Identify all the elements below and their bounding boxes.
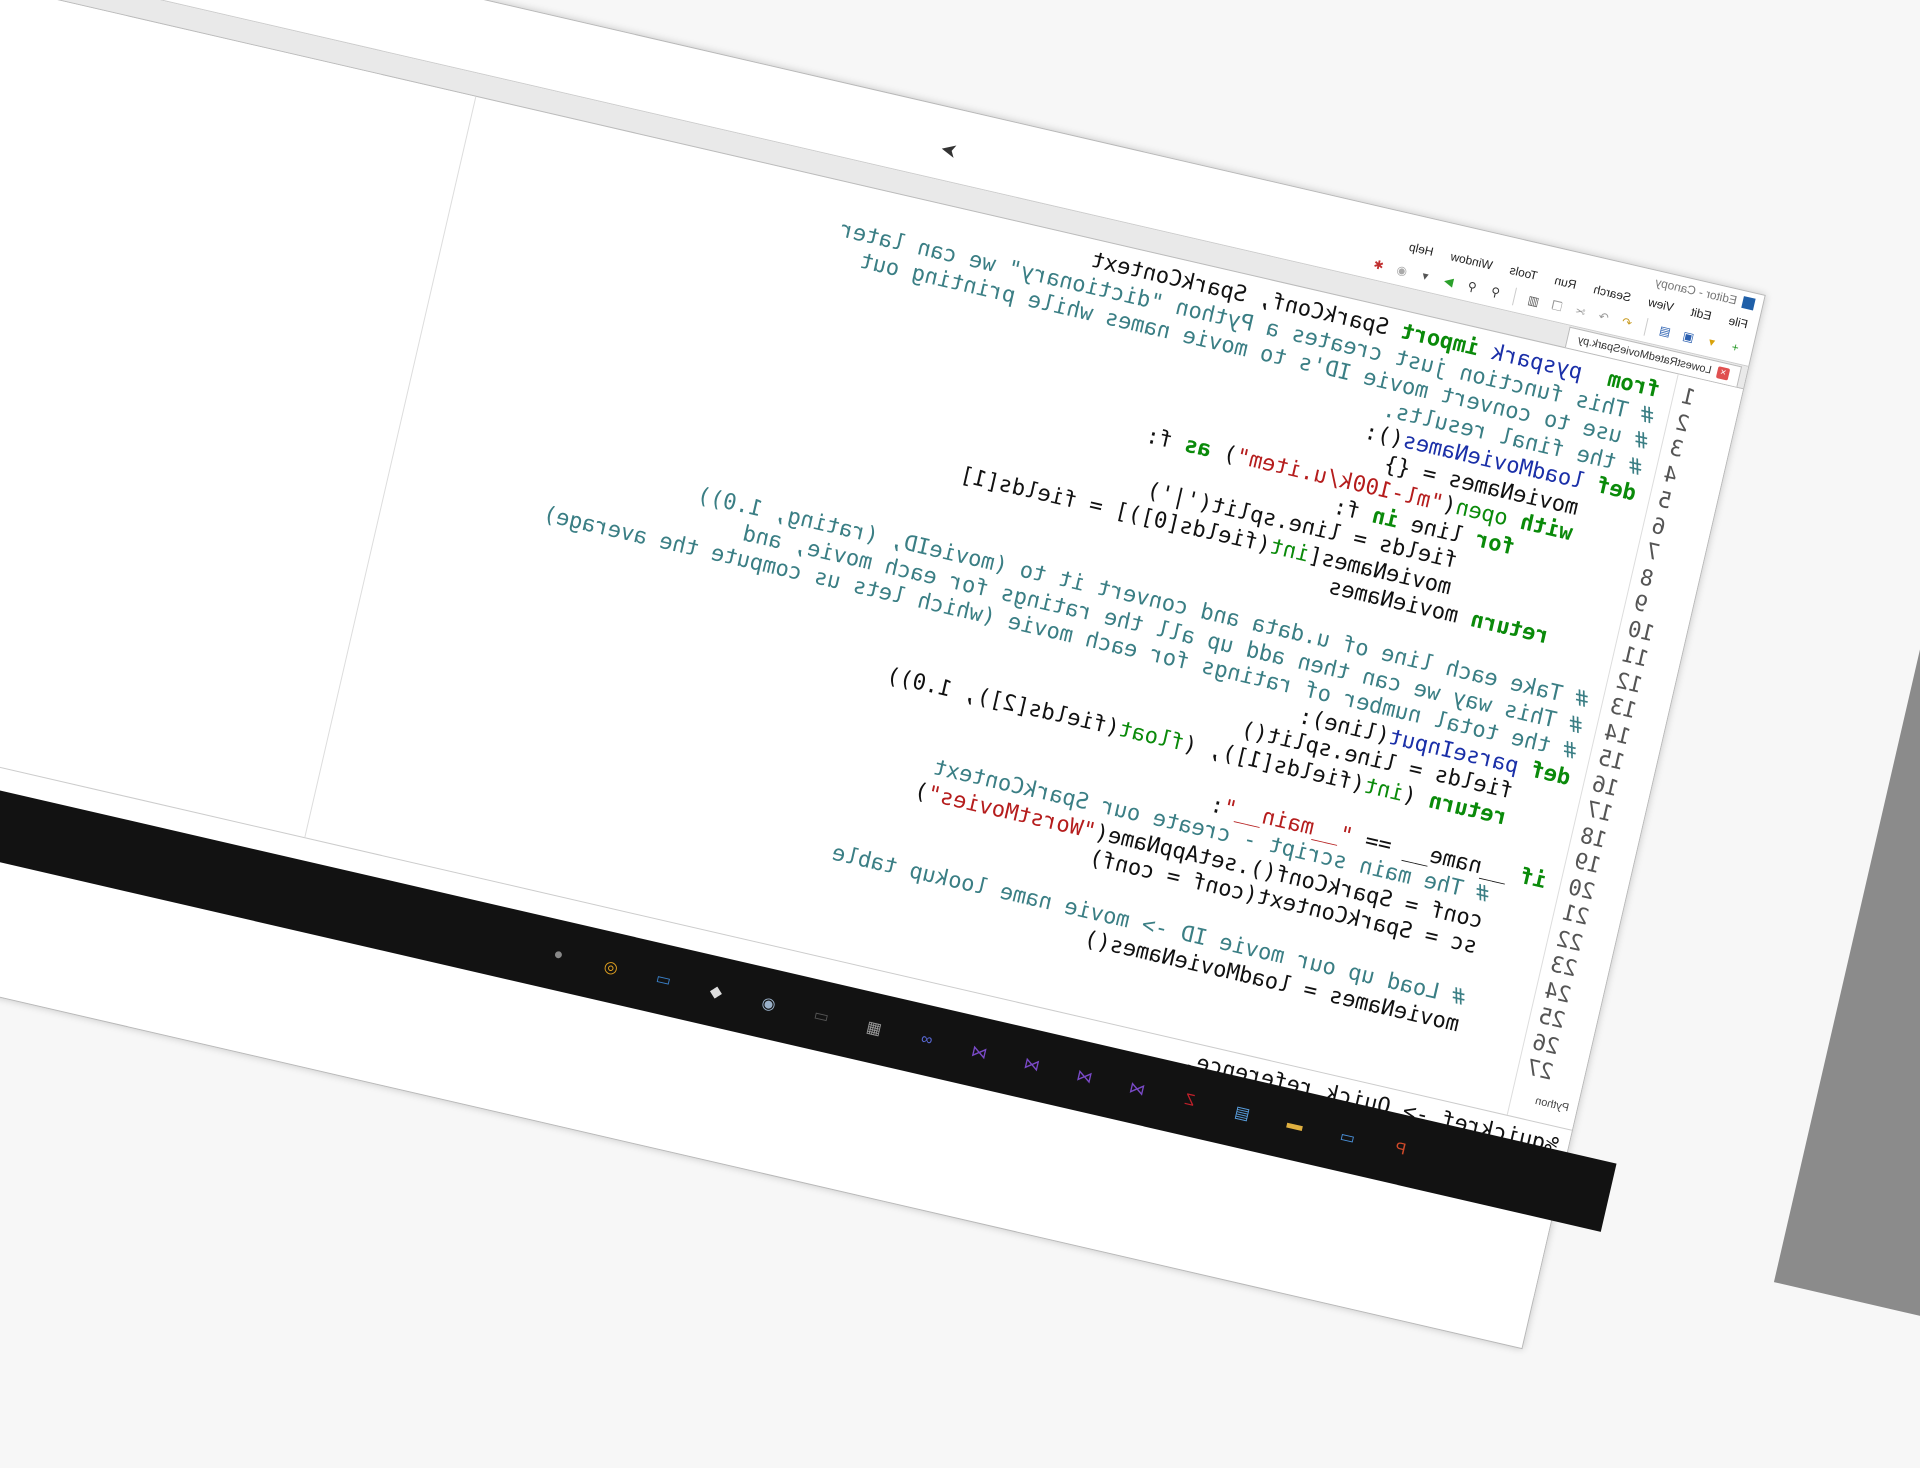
cut-icon[interactable]: ✂ (1569, 301, 1591, 323)
menu-help[interactable]: Help (1408, 240, 1435, 259)
remote-icon[interactable]: ▭ (647, 963, 681, 997)
open-folder-icon[interactable]: ▾ (1701, 331, 1723, 353)
save-all-icon[interactable]: ▤ (1654, 320, 1676, 342)
menu-view[interactable]: View (1647, 295, 1675, 314)
monitor-icon[interactable]: ▭ (1331, 1121, 1365, 1155)
debug-icon[interactable]: ◉ (1391, 260, 1413, 282)
menu-file[interactable]: File (1727, 313, 1749, 331)
paste-icon[interactable]: ▥ (1523, 290, 1545, 312)
save-icon[interactable]: ▣ (1678, 326, 1700, 348)
folder-icon[interactable]: ▬ (1278, 1109, 1312, 1143)
filezilla-icon[interactable]: Z (1173, 1084, 1207, 1118)
terminal-icon[interactable]: ▭ (805, 999, 839, 1033)
redo-icon[interactable]: ↷ (1593, 306, 1615, 328)
copy-icon[interactable]: ❐ (1546, 295, 1568, 317)
code-token: ( (1400, 782, 1432, 813)
code-token: if (1517, 863, 1549, 894)
unity-icon[interactable]: ◆ (699, 975, 733, 1009)
vs-icon[interactable]: ⋈ (1068, 1060, 1102, 1094)
toolbar-separator (1643, 317, 1649, 336)
vs-icon[interactable]: ⋈ (1120, 1072, 1154, 1106)
app-icon[interactable]: ● (541, 938, 575, 972)
files-icon[interactable]: ▤ (1226, 1096, 1260, 1130)
run-dropdown-icon[interactable]: ▾ (1415, 265, 1437, 287)
desktop-background (1773, 229, 1920, 1350)
powerpoint-icon[interactable]: P (1383, 1133, 1417, 1167)
vs-icon[interactable]: ⋈ (1015, 1048, 1049, 1082)
disk-icon[interactable]: ◉ (752, 987, 786, 1021)
screen: Editor - Canopy File Edit View Search Ru… (0, 0, 1920, 1350)
infinity-icon[interactable]: ∞ (910, 1024, 944, 1058)
menu-edit[interactable]: Edit (1690, 305, 1713, 323)
toolbar-separator (1511, 287, 1518, 306)
calculator-icon[interactable]: ▦ (857, 1011, 891, 1045)
bug-icon[interactable]: ✱ (1368, 254, 1390, 276)
find-icon[interactable]: ⚲ (1485, 281, 1507, 303)
close-tab-icon[interactable]: × (1715, 366, 1731, 381)
find-replace-icon[interactable]: ⚲ (1461, 276, 1483, 298)
menu-run[interactable]: Run (1553, 273, 1578, 292)
code-token: ) (1207, 438, 1240, 469)
new-file-icon[interactable]: + (1724, 337, 1746, 359)
canopy-app-icon (1741, 296, 1756, 311)
vs-icon[interactable]: ⋈ (962, 1036, 996, 1070)
run-icon[interactable]: ▶ (1438, 271, 1460, 293)
chrome-icon[interactable]: ◎ (594, 951, 628, 985)
undo-icon[interactable]: ↶ (1616, 312, 1638, 334)
code-token: in (1369, 502, 1402, 534)
